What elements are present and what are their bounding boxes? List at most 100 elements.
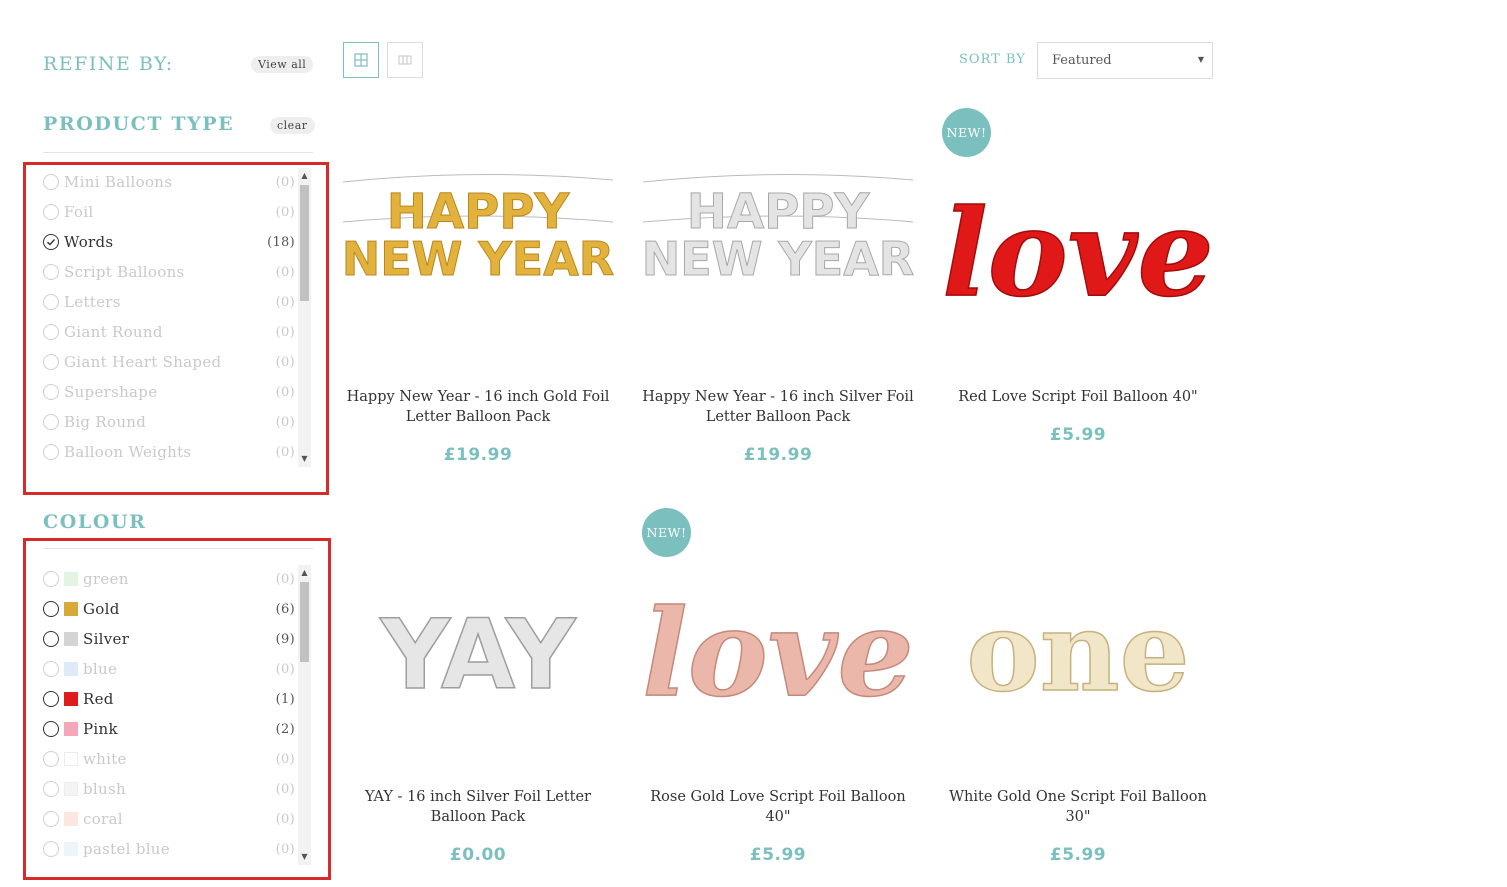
filter-option-count: (0) <box>275 324 295 340</box>
filter-option-count: (0) <box>275 661 295 677</box>
filter-option-count: (0) <box>275 204 295 220</box>
filter-option[interactable]: Silver (9) <box>43 624 295 654</box>
scroll-up-arrow-icon[interactable]: ▲ <box>298 170 311 182</box>
radio-icon[interactable] <box>43 721 59 737</box>
scroll-down-arrow-icon[interactable]: ▼ <box>298 851 311 863</box>
filter-option-count: (0) <box>275 841 295 857</box>
filter-option-label: Supershape <box>64 383 158 401</box>
filter-option[interactable]: Supershape (0) <box>43 377 295 407</box>
product-image[interactable]: love <box>633 530 923 790</box>
radio-icon[interactable] <box>43 204 59 220</box>
filter-option-count: (0) <box>275 751 295 767</box>
product-image[interactable]: one <box>933 530 1223 790</box>
filter-option[interactable]: blue (0) <box>43 654 295 684</box>
radio-icon[interactable] <box>43 174 59 190</box>
refine-title: REFINE BY: <box>43 53 174 75</box>
filter-option-label: Big Round <box>64 413 147 431</box>
product-image[interactable]: HAPPY NEW YEAR <box>633 130 923 390</box>
radio-icon[interactable] <box>43 294 59 310</box>
filter-option[interactable]: Words (18) <box>43 227 295 257</box>
product-card[interactable]: HAPPY NEW YEAR Happy New Year - 16 inch … <box>333 130 623 465</box>
filter-option[interactable]: blush (0) <box>43 774 295 804</box>
filter-option-count: (0) <box>275 384 295 400</box>
radio-icon[interactable] <box>43 571 59 587</box>
filter-option-label: Giant Heart Shaped <box>64 353 222 371</box>
product-name[interactable]: Happy New Year - 16 inch Silver Foil Let… <box>633 387 923 427</box>
filter-option[interactable]: Script Balloons (0) <box>43 257 295 287</box>
filter-option-label: Foil <box>64 203 94 221</box>
product-card[interactable]: YAY YAY - 16 inch Silver Foil Letter Bal… <box>333 530 623 865</box>
filter-option-label: Giant Round <box>64 323 163 341</box>
product-name[interactable]: White Gold One Script Foil Balloon 30" <box>933 787 1223 827</box>
product-name[interactable]: YAY - 16 inch Silver Foil Letter Balloon… <box>333 787 623 827</box>
radio-icon[interactable] <box>43 631 59 647</box>
radio-icon[interactable] <box>43 841 59 857</box>
radio-icon[interactable] <box>43 414 59 430</box>
filter-option[interactable]: Giant Round (0) <box>43 317 295 347</box>
balloon-text-line2: NEW YEAR <box>342 232 614 286</box>
scroll-up-arrow-icon[interactable]: ▲ <box>298 567 311 579</box>
filter-option[interactable]: pastel blue (0) <box>43 834 295 864</box>
product-price: £19.99 <box>743 445 813 465</box>
filter-option[interactable]: Red (1) <box>43 684 295 714</box>
radio-icon[interactable] <box>43 324 59 340</box>
radio-icon[interactable] <box>43 444 59 460</box>
checked-radio-icon[interactable] <box>43 234 59 250</box>
balloon-text: love <box>642 583 914 724</box>
filter-option-label: Gold <box>83 600 120 618</box>
product-type-scrollbar[interactable]: ▲ ▼ <box>298 168 311 467</box>
filter-option-count: (18) <box>267 234 295 250</box>
balloon-image: love <box>941 182 1214 325</box>
filter-option-label: coral <box>83 810 123 828</box>
product-price: £5.99 <box>1049 425 1107 445</box>
filter-option[interactable]: coral (0) <box>43 804 295 834</box>
radio-icon[interactable] <box>43 811 59 827</box>
grid-view-button[interactable] <box>343 42 379 78</box>
product-type-list: Mini Balloons (0) Foil (0) Words (18) Script B… <box>43 167 295 467</box>
chevron-down-icon: ▼ <box>1197 55 1204 64</box>
product-card[interactable]: HAPPY NEW YEAR Happy New Year - 16 inch … <box>633 130 923 465</box>
colour-scrollbar[interactable]: ▲ ▼ <box>298 565 311 865</box>
radio-icon[interactable] <box>43 751 59 767</box>
radio-icon[interactable] <box>43 384 59 400</box>
balloon-text: one <box>966 587 1189 716</box>
filter-option[interactable]: Giant Heart Shaped (0) <box>43 347 295 377</box>
filter-option[interactable]: Balloon Weights (0) <box>43 437 295 467</box>
filter-option-label: Letters <box>64 293 121 311</box>
radio-icon[interactable] <box>43 661 59 677</box>
radio-icon[interactable] <box>43 354 59 370</box>
filter-option[interactable]: Big Round (0) <box>43 407 295 437</box>
filter-option[interactable]: white (0) <box>43 744 295 774</box>
radio-icon[interactable] <box>43 264 59 280</box>
filter-option[interactable]: Letters (0) <box>43 287 295 317</box>
colour-swatch <box>64 752 78 766</box>
product-name[interactable]: Happy New Year - 16 inch Gold Foil Lette… <box>333 387 623 427</box>
product-name[interactable]: Rose Gold Love Script Foil Balloon 40" <box>633 787 923 827</box>
view-all-button[interactable]: View all <box>251 56 314 73</box>
product-image[interactable]: love <box>933 130 1223 390</box>
radio-icon[interactable] <box>43 691 59 707</box>
product-name[interactable]: Red Love Script Foil Balloon 40" <box>933 387 1223 407</box>
scrollbar-thumb[interactable] <box>300 185 309 301</box>
colour-swatch <box>64 782 78 796</box>
clear-product-type-button[interactable]: clear <box>270 117 315 134</box>
product-card[interactable]: one White Gold One Script Foil Balloon 3… <box>933 530 1223 865</box>
filter-option[interactable]: green (0) <box>43 564 295 594</box>
scroll-down-arrow-icon[interactable]: ▼ <box>298 453 311 465</box>
filter-option[interactable]: Mini Balloons (0) <box>43 167 295 197</box>
balloon-text-line2: NEW YEAR <box>642 232 914 286</box>
filter-option[interactable]: Gold (6) <box>43 594 295 624</box>
product-card[interactable]: love NEW! Rose Gold Love Script Foil Bal… <box>633 508 923 865</box>
product-image[interactable]: YAY <box>333 530 623 790</box>
filter-option[interactable]: Pink (2) <box>43 714 295 744</box>
sort-select[interactable]: Featured ▼ <box>1037 42 1213 79</box>
product-image[interactable]: HAPPY NEW YEAR <box>333 130 623 390</box>
radio-icon[interactable] <box>43 601 59 617</box>
filter-option[interactable]: Foil (0) <box>43 197 295 227</box>
column-view-button[interactable] <box>387 42 423 78</box>
scrollbar-thumb[interactable] <box>300 582 309 662</box>
balloon-image: one <box>966 586 1191 717</box>
product-card[interactable]: love NEW! Red Love Script Foil Balloon 4… <box>933 108 1223 445</box>
radio-icon[interactable] <box>43 781 59 797</box>
filter-option-count: (9) <box>275 631 295 647</box>
